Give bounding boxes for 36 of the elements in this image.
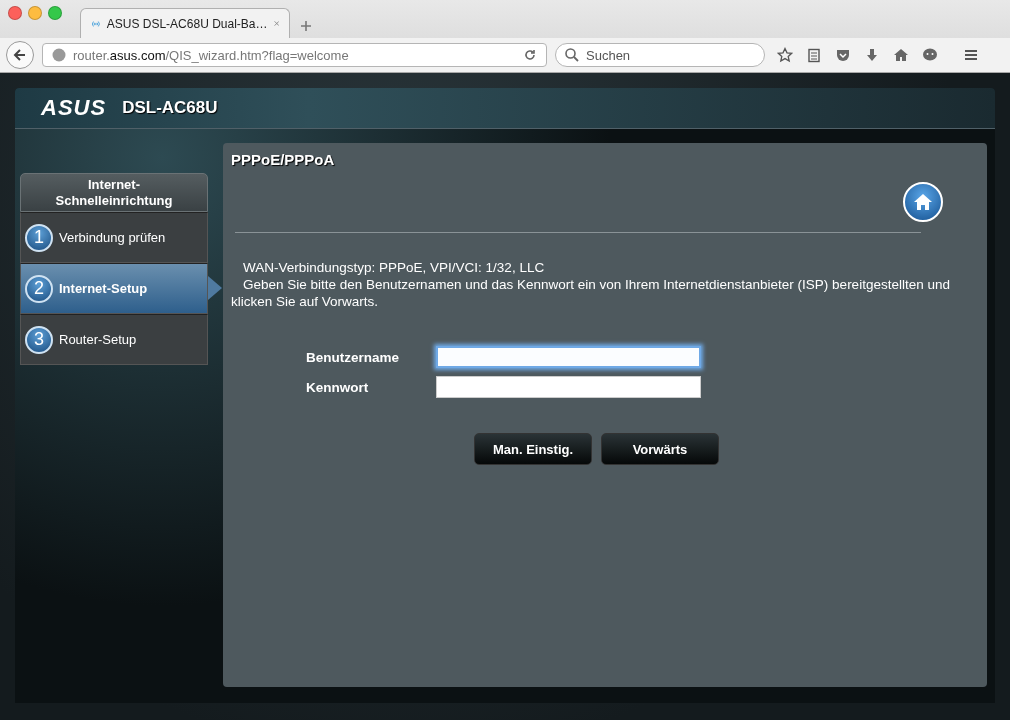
menu-icon[interactable]	[963, 47, 979, 63]
step-number: 3	[25, 325, 53, 354]
wizard-button[interactable]: Vorwärts	[601, 433, 719, 465]
wizard-step[interactable]: 1 Verbindung prüfen	[20, 212, 208, 263]
panel-title: PPPoE/PPPoA	[231, 151, 336, 168]
chat-icon[interactable]	[922, 47, 938, 63]
reload-icon[interactable]	[522, 47, 538, 63]
back-button[interactable]	[6, 41, 34, 69]
model-name: DSL-AC68U	[122, 98, 218, 118]
search-icon	[564, 47, 580, 63]
input-field[interactable]	[436, 376, 701, 398]
sidebar-title: Internet-Schnelleinrichtung	[20, 173, 208, 212]
star-icon[interactable]	[777, 47, 793, 63]
browser-tab[interactable]: ASUS DSL-AC68U Dual-Ba…	[80, 8, 290, 38]
input-field[interactable]	[436, 346, 701, 368]
clipboard-icon[interactable]	[806, 47, 822, 63]
search-field[interactable]: Suchen	[555, 43, 765, 67]
home-icon[interactable]	[893, 47, 909, 63]
step-number: 1	[25, 223, 53, 252]
tab-title: ASUS DSL-AC68U Dual-Ba…	[106, 16, 268, 31]
back-arrow-icon	[12, 47, 28, 63]
address-bar[interactable]: router.asus.com/QIS_wizard.htm?flag=welcome	[42, 43, 547, 67]
wizard-step[interactable]: 3 Router-Setup	[20, 314, 208, 365]
home-button[interactable]	[903, 182, 943, 222]
field-label: Kennwort	[306, 379, 370, 395]
info-text: Geben Sie bitte den Benutzernamen und das Kennwort ein von Ihrem Internetdienstanbieter (ISP) bereitgestellten und klicken Sie auf Vorwarts.	[231, 276, 951, 310]
wizard-button[interactable]: Man. Einstig.	[474, 433, 592, 465]
zoom-icon[interactable]	[48, 6, 62, 20]
pocket-icon[interactable]	[835, 47, 851, 63]
step-number: 2	[25, 274, 53, 303]
brand-logo: ASUS	[41, 95, 107, 121]
plus-icon[interactable]	[300, 20, 312, 32]
field-label: Benutzername	[306, 349, 401, 365]
house-icon	[912, 191, 934, 213]
info-text: WAN-Verbindungstyp: PPPoE, VPI/VCI: 1/32, LLC	[242, 259, 546, 276]
download-icon[interactable]	[864, 47, 880, 63]
